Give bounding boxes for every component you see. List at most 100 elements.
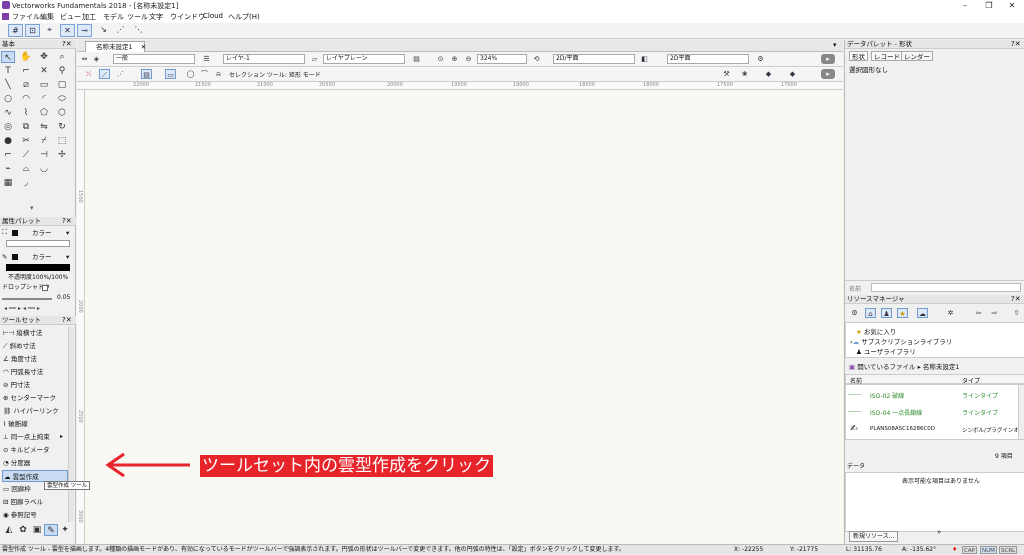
spiral-tool-icon[interactable]: ◎ [1,121,15,133]
rm-forward-icon[interactable]: ⇨ [989,308,1000,318]
layer-plane-dropdown[interactable]: レイヤプレーン [323,54,405,64]
attribute-mapping-tool-icon[interactable]: ● [1,135,15,147]
mode-settings-icon[interactable]: ⍾ [213,69,224,79]
grid-snap-icon[interactable]: # [8,24,23,37]
light-icon[interactable]: ⚙ [755,54,766,64]
circle-tool-icon[interactable]: ○ [1,93,15,105]
callout-tool-icon[interactable]: ⌐ [19,65,33,77]
mode-rect-icon[interactable]: ▤ [141,69,152,79]
zoom-out-icon[interactable]: ⊖ [463,54,474,64]
eyedropper2-tool-icon[interactable]: ⌁ [1,163,15,175]
basic-palette-close-icon[interactable]: ?✕ [62,40,72,48]
arrowhead-controls[interactable]: ◂ ━━ ▸ ◂ ━━ ▸ [4,304,40,314]
basic-palette-scroll-icon[interactable]: ▾ [30,204,34,212]
fit-view-icon[interactable]: ⊙ [435,54,446,64]
line-weight-slider[interactable] [2,298,52,300]
doc-menu-icon[interactable] [2,13,9,20]
object-snap-icon[interactable]: ⊡ [25,24,40,37]
rm-cloud-icon[interactable]: ☁ [917,308,928,318]
tab-record[interactable]: レコード [871,51,903,61]
eyedropper-tool-icon[interactable]: ⚲ [55,65,69,77]
intersection-snap-icon[interactable]: ✕ [60,24,75,37]
mode-freehand-icon[interactable]: ⌒ [199,69,210,79]
toolset-tab-dims-icon[interactable]: ◭ [2,524,16,536]
offset-tool-icon[interactable]: ⧉ [19,121,33,133]
data-palette-close-icon[interactable]: ?✕ [1011,40,1021,48]
render-mode-icon[interactable]: ◧ [639,54,650,64]
toolset-item-protractor[interactable]: ◔ 分度器 [2,457,68,469]
freehand-tool-icon[interactable]: ∿ [1,107,15,119]
toolset-item-reference-marker[interactable]: ◉ 参照記号 [2,509,68,521]
rm-settings-icon[interactable]: ✲ [945,308,956,318]
minimize-button[interactable]: – [954,0,976,11]
angle-snap-icon[interactable]: ⌖ [42,24,57,37]
view-bar-more-icon[interactable]: ▸ [821,54,835,64]
trim-tool-icon[interactable]: ⌿ [37,135,51,147]
toolset-item-constraint[interactable]: ⊥ 同一点上拘束 [2,431,68,443]
menu-text[interactable]: 文字 [149,12,163,22]
toolset-item-drawing-label[interactable]: ⊟ 回廊ラベル [2,496,68,508]
fill-color-bar[interactable] [6,240,70,247]
dropshadow-checkbox[interactable] [42,285,48,291]
toolset-item-angle-dimension[interactable]: ∠ 角度寸法 [2,353,68,365]
regular-polygon-tool-icon[interactable]: ⬡ [55,107,69,119]
close-button[interactable]: ✕ [1001,0,1023,11]
zoom-dropdown[interactable]: 324% [477,54,527,64]
mode-cloud-2-icon[interactable]: ⟋ [99,69,110,79]
class-dropdown[interactable]: 一般 [113,54,195,64]
resource-list-scrollbar[interactable] [1018,385,1024,439]
mirror-tool-icon[interactable]: ⇋ [37,121,51,133]
view-settings-icon[interactable]: ◆ [763,69,774,79]
toolset-tab-building-icon[interactable]: ▣ [30,524,44,536]
menu-tools[interactable]: ツール [127,12,148,22]
quarter-arc-tool-icon[interactable]: ◜ [37,93,51,105]
chamfer-tool-icon[interactable]: ⟋ [19,149,33,161]
rm-favorites-icon[interactable]: ★ [897,308,908,318]
locus-tool-icon[interactable]: ✕ [37,65,51,77]
toolset-item-tape-measure[interactable]: ⊙ キルビメータ [2,444,68,456]
menu-cloud[interactable]: Cloud [203,12,223,20]
double-line-tool-icon[interactable]: ⧄ [19,79,33,91]
mode-cloud-3-icon[interactable]: ⋰ [115,69,126,79]
list-item[interactable]: ------ ISO-04 一点長鎖線 ラインタイプ [848,405,1018,419]
fillet-tool-icon[interactable]: ⌐ [1,149,15,161]
plane-settings-icon[interactable]: ❀ [739,69,750,79]
mode-rectangle-icon[interactable]: ▭ [165,69,176,79]
document-tab[interactable]: 名称未設定1 ✕ [85,41,146,52]
pen-dropdown-icon[interactable]: ▾ [66,252,69,262]
constraint-flyout-icon[interactable]: ▸ [60,433,63,440]
snap-settings-icon[interactable]: ⚒ [721,69,732,79]
rectangle-tool-icon[interactable]: ▭ [37,79,51,91]
toolset-item-break-line[interactable]: ⌇ 破断線 [2,418,68,430]
rm-up-icon[interactable]: ⇧ [1011,308,1022,318]
tangent-snap-icon[interactable]: ↘ [96,24,111,37]
view-nav-icon[interactable]: ⇔ [79,54,90,64]
zoom-tool-icon[interactable]: ⌕ [55,51,69,63]
selection-tool-icon[interactable]: ↖ [1,51,15,63]
toolset-item-center-mark[interactable]: ⊕ センターマーク [2,392,68,404]
toolset-item-radial-dimension[interactable]: ⊘ 円寸法 [2,379,68,391]
name-field[interactable] [871,283,1021,292]
layer-dropdown[interactable]: レイヤ-1 [223,54,305,64]
rm-back-icon[interactable]: ⇦ [973,308,984,318]
view-dropdown[interactable]: 2D/平面 [553,54,635,64]
attribute-palette-close-icon[interactable]: ?✕ [62,217,72,225]
menu-modify[interactable]: 加工 [82,12,96,22]
visibility-settings-icon[interactable]: ◆ [787,69,798,79]
fill-dropdown-icon[interactable]: ▾ [66,228,69,238]
toolset-scrollbar[interactable] [68,327,74,522]
list-item[interactable]: ✍ PLANS08ASC16286C0D シンボル/プラグインオブ [848,423,1024,437]
class-icon[interactable]: ◈ [91,54,102,64]
toolset-tab-annotation-icon[interactable]: ✎ [44,524,58,536]
menu-view[interactable]: ビュー [60,12,81,22]
opacity-label[interactable]: 不透明度100%/100% [8,273,68,283]
rounded-rect-tool-icon[interactable]: ▢ [55,79,69,91]
mode-cloud-1-icon[interactable]: ⤫ [83,69,94,79]
menu-model[interactable]: モデル [103,12,124,22]
mode-polygon-icon[interactable]: ◯ [185,69,196,79]
bezier-tool-icon[interactable]: ◞ [19,177,33,189]
distance-snap-icon[interactable]: ⊸ [77,24,92,37]
toolset-palette-close-icon[interactable]: ?✕ [62,316,72,324]
menu-help[interactable]: ヘルプ(H) [228,12,260,22]
layer-plane-icon[interactable]: ▱ [309,54,320,64]
